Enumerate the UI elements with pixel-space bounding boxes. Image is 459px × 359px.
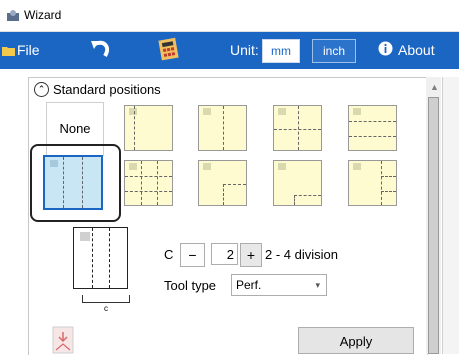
vertical-scrollbar[interactable]: [426, 77, 441, 354]
reset-layout-icon[interactable]: [52, 326, 74, 354]
window-title: Wizard: [24, 8, 62, 22]
layout-right-small-lines[interactable]: [348, 160, 397, 206]
tool-type-label: Tool type: [164, 278, 217, 293]
layout-left-vertical-line[interactable]: [124, 105, 173, 151]
collapse-chevron-icon[interactable]: ⌃: [34, 82, 49, 97]
section-header[interactable]: ⌃ Standard positions: [34, 82, 161, 97]
tool-type-dropdown[interactable]: Perf. ▾: [231, 274, 327, 296]
layout-bottom-right-step[interactable]: [273, 160, 322, 206]
layout-corner-l[interactable]: [198, 160, 247, 206]
undo-icon[interactable]: [89, 38, 113, 60]
apply-button[interactable]: Apply: [298, 327, 414, 354]
scrollbar-thumb[interactable]: [428, 97, 439, 354]
increment-button[interactable]: +: [240, 243, 262, 267]
section-title: Standard positions: [53, 82, 161, 97]
unit-mm-button[interactable]: mm: [262, 39, 300, 63]
dimension-bracket: [82, 295, 130, 303]
scroll-up-icon[interactable]: ▲: [430, 82, 439, 92]
layout-grid-3x3[interactable]: [124, 160, 173, 206]
file-menu[interactable]: File: [17, 42, 40, 58]
layout-two-vertical-lines[interactable]: [43, 155, 103, 210]
folder-icon[interactable]: [2, 45, 15, 56]
decrement-button[interactable]: −: [180, 243, 205, 267]
division-count-input[interactable]: 2: [211, 243, 238, 265]
unit-label: Unit:: [230, 42, 259, 58]
chevron-down-icon: ▾: [315, 280, 320, 290]
about-menu[interactable]: About: [398, 42, 435, 58]
dimension-label: c: [104, 304, 108, 313]
tool-type-value: Perf.: [236, 278, 262, 292]
info-icon[interactable]: [378, 41, 393, 56]
layout-center-vertical-line[interactable]: [198, 105, 247, 151]
toolbar: File Unit: mm inch About: [0, 32, 459, 69]
c-label: C: [164, 247, 174, 262]
layout-cross[interactable]: [273, 105, 322, 151]
wizard-app-icon: [6, 9, 20, 27]
unit-inch-button[interactable]: inch: [312, 39, 356, 63]
calculator-icon[interactable]: [158, 37, 180, 61]
layout-two-horizontal-lines[interactable]: [348, 105, 397, 151]
division-range-label: 2 - 4 division: [265, 247, 338, 262]
title-bar: Wizard: [0, 0, 459, 32]
division-preview: [73, 227, 128, 289]
right-pane-edge: [442, 77, 459, 354]
